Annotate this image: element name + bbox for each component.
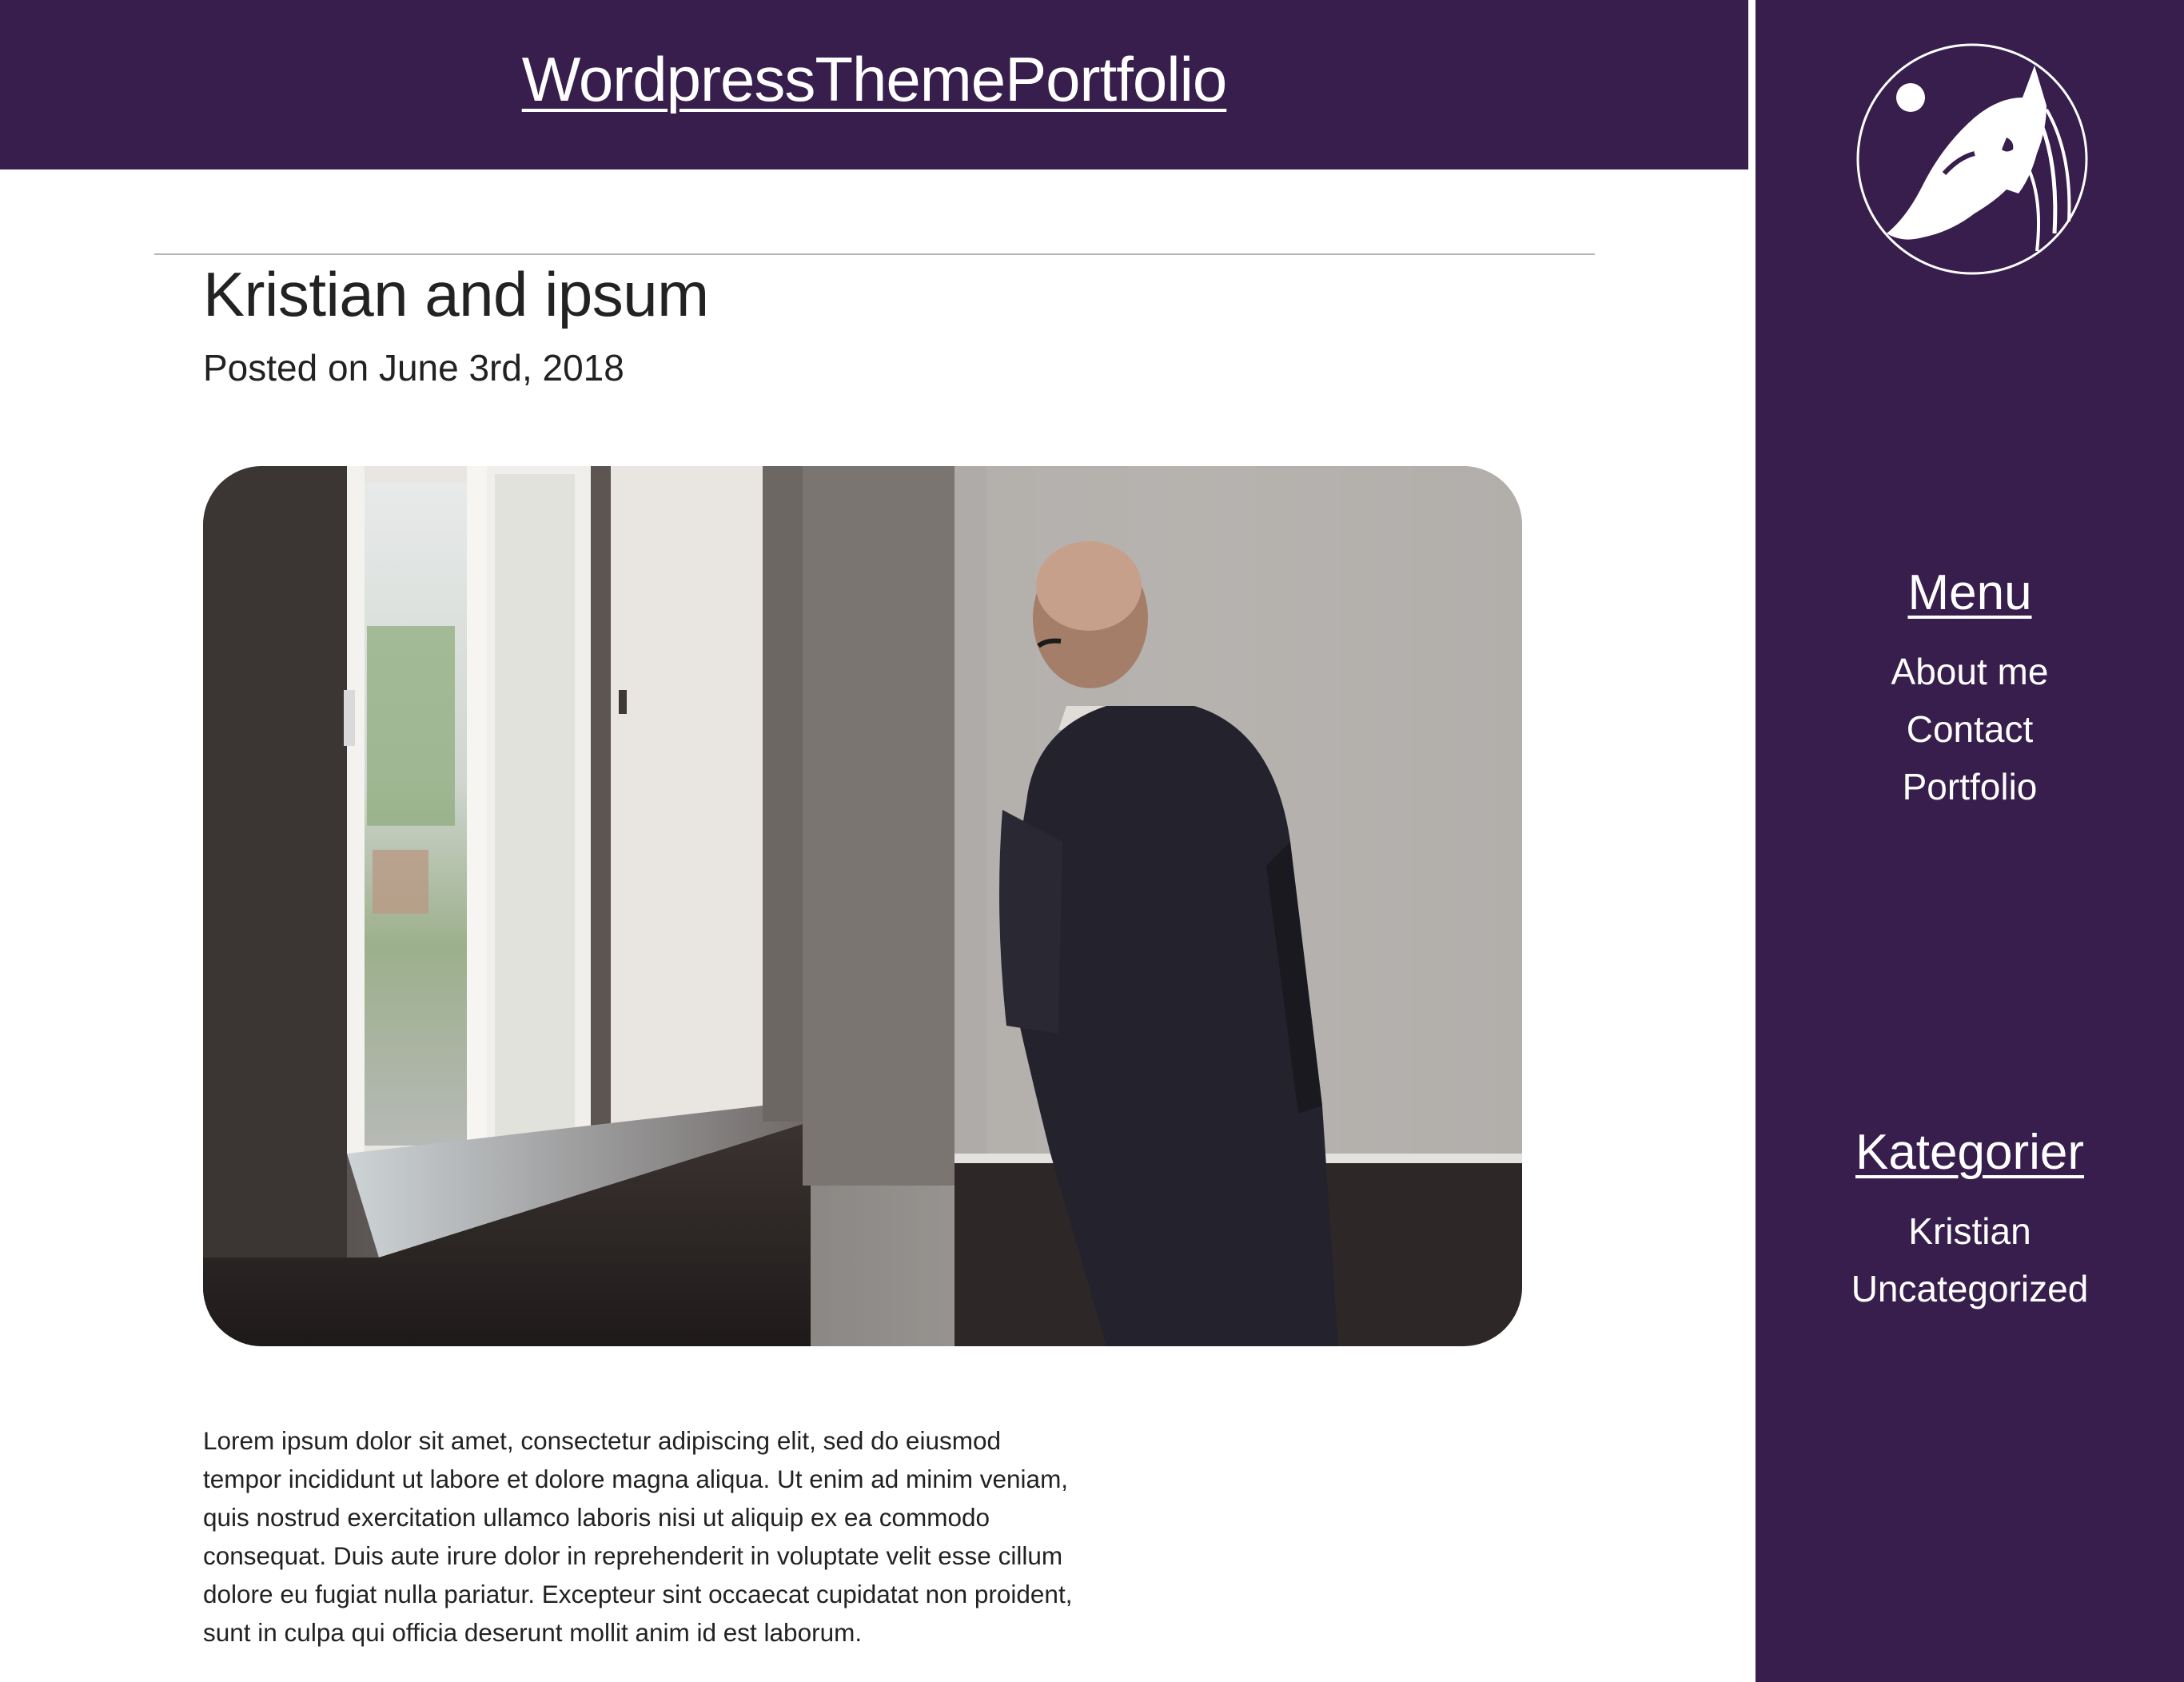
categories-heading: Kategorier — [1855, 1125, 2085, 1180]
menu-heading: Menu — [1907, 565, 2032, 620]
category-kristian[interactable]: Kristian — [1756, 1202, 2184, 1260]
sidebar-item-contact[interactable]: Contact — [1756, 700, 2184, 758]
site-header: WordpressThemePortfolio — [0, 0, 1748, 169]
post-body: Lorem ipsum dolor sit amet, consectetur … — [203, 1426, 1073, 1647]
site-title-link[interactable]: WordpressThemePortfolio — [522, 43, 1228, 116]
sidebar-categories: Kategorier Kristian Uncategorized — [1756, 1124, 2184, 1317]
horse-head-logo-icon[interactable] — [1855, 42, 2090, 277]
sidebar-item-about-me[interactable]: About me — [1756, 643, 2184, 700]
post-featured-image — [203, 466, 1522, 1346]
sidebar-item-portfolio[interactable]: Portfolio — [1756, 758, 2184, 815]
category-uncategorized[interactable]: Uncategorized — [1756, 1260, 2184, 1317]
post-title: Kristian and ipsum — [203, 259, 709, 329]
sidebar: Menu About me Contact Portfolio Kategori… — [1753, 0, 2184, 1682]
post-date: Posted on June 3rd, 2018 — [203, 347, 624, 389]
sidebar-menu: Menu About me Contact Portfolio — [1756, 564, 2184, 815]
